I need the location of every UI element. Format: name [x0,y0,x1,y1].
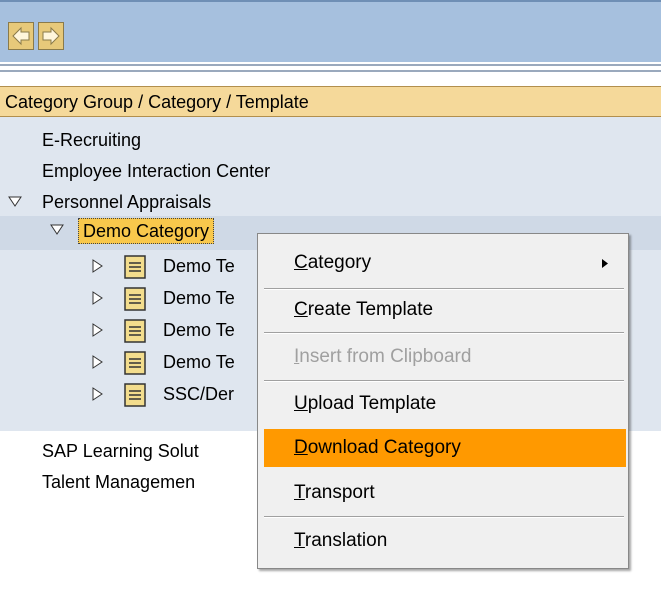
menu-separator [264,288,624,290]
menu-item-label: Translation [294,530,387,552]
document-icon [124,351,146,375]
mnemonic-letter: C [294,299,308,320]
tree-item-demo-category[interactable]: Demo Category [78,218,215,244]
tree-item-personnel-appraisals[interactable]: Personnel Appraisals [0,187,661,219]
menu-item-label: Insert from Clipboard [294,346,471,368]
menu-item-label: Upload Template [294,393,436,415]
arrow-left-icon [12,26,30,46]
menu-item-create-template[interactable]: Create Template [258,291,628,329]
menu-item-text: ransport [304,482,375,503]
mnemonic-letter: T [294,530,305,551]
document-icon [124,319,146,343]
tree-item-label: Demo Te [163,320,235,340]
mnemonic-letter: D [294,437,308,458]
expand-triangle-icon[interactable] [92,387,104,401]
tree-item-label: Talent Managemen [42,472,196,492]
tree-item-e-recruiting[interactable]: E-Recruiting [0,125,661,157]
mnemonic-letter: T [294,482,305,503]
tree-item-label: E-Recruiting [42,130,142,150]
menu-item-text: ranslation [304,530,388,551]
menu-item-upload-template[interactable]: Upload Template [258,385,628,423]
menu-item-text: nsert from Clipboard [299,346,472,367]
mnemonic-letter: U [294,393,308,414]
toolbar [0,0,661,62]
tree-item-label: SAP Learning Solut [42,441,199,461]
tree-item-label: Personnel Appraisals [42,192,212,212]
collapse-triangle-icon[interactable] [50,224,64,236]
tree-item-label: Demo Te [163,352,235,372]
submenu-arrow-icon [602,259,608,268]
tree-column-header: Category Group / Category / Template [0,86,661,117]
menu-separator [264,332,624,334]
menu-item-label: Transport [294,482,375,504]
tree-item-employee-interaction-center[interactable]: Employee Interaction Center [0,156,661,188]
menu-item-download-category[interactable]: Download Category [264,429,626,467]
menu-item-insert-from-clipboard: Insert from Clipboard [258,338,628,376]
menu-item-text: ategory [307,252,372,273]
forward-button[interactable] [38,22,64,50]
menu-item-label: Download Category [294,437,461,459]
menu-item-transport[interactable]: Transport [258,474,628,512]
document-icon [124,255,146,279]
mnemonic-letter: C [294,252,308,273]
menu-item-text: ownload Category [307,437,461,458]
document-icon [124,287,146,311]
menu-item-translation[interactable]: Translation [258,522,628,560]
menu-item-text: reate Template [307,299,434,320]
tree-item-label: Demo Te [163,288,235,308]
arrow-right-icon [42,26,60,46]
tree-item-label: Demo Te [163,256,235,276]
menu-separator [264,380,624,382]
divider [0,70,661,72]
expand-triangle-icon[interactable] [92,291,104,305]
document-icon [124,383,146,407]
expand-triangle-icon[interactable] [92,355,104,369]
menu-separator [264,516,624,518]
column-header-label: Category Group / Category / Template [5,92,309,112]
tree-item-label: Employee Interaction Center [42,161,271,181]
context-menu: Category Create Template Insert from Cli… [257,233,629,569]
menu-item-label: Category [294,252,371,274]
menu-item-label: Create Template [294,299,433,321]
menu-item-category[interactable]: Category [258,244,628,282]
expand-triangle-icon[interactable] [92,323,104,337]
expand-triangle-icon[interactable] [92,259,104,273]
back-button[interactable] [8,22,34,50]
divider [0,64,661,66]
collapse-triangle-icon[interactable] [8,196,22,208]
menu-item-text: pload Template [307,393,437,414]
tree-item-label: SSC/Der [163,384,235,404]
